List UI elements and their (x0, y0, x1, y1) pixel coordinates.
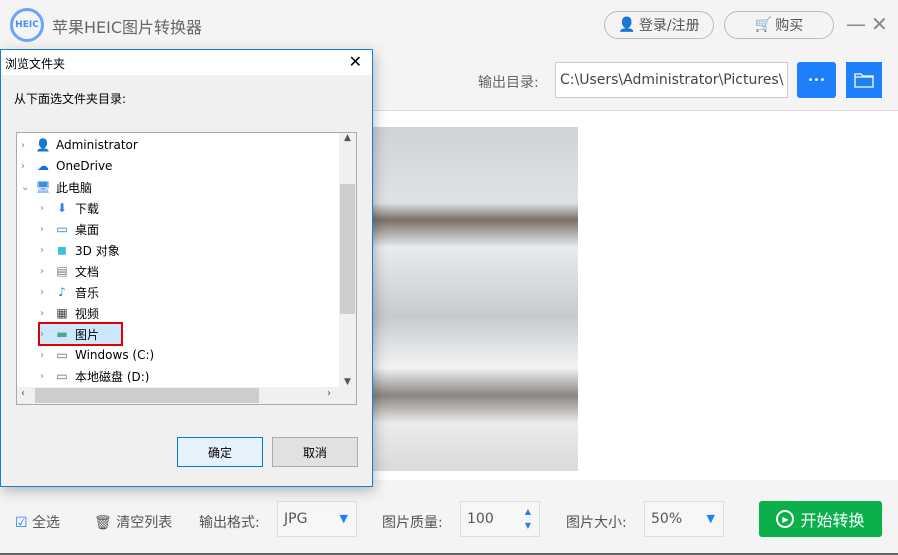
start-convert-button[interactable]: ▶ 开始转换 (759, 501, 882, 537)
cloud-icon: ☁ (37, 159, 49, 173)
chevron-right-icon[interactable]: › (40, 350, 54, 361)
size-value: 50% (651, 511, 683, 527)
music-icon: ♪ (58, 285, 66, 299)
format-label: 输出格式: (199, 515, 260, 531)
select-all-checkbox[interactable]: ☑ 全选 (15, 512, 60, 532)
chevron-right-icon[interactable]: › (40, 224, 54, 235)
dialog-title: 浏览文件夹 (5, 57, 66, 71)
tree-item-label: 图片 (75, 327, 100, 342)
tree-item-label: Windows (C:) (75, 348, 155, 362)
chevron-right-icon[interactable]: › (40, 329, 54, 340)
dropdown-arrow-icon: ▼ (339, 512, 348, 525)
vertical-scrollbar[interactable]: ▲ ▼ (339, 133, 356, 387)
tree-item[interactable]: ⌄ 🖥 此电脑 (21, 177, 92, 197)
chevron-right-icon[interactable]: › (40, 245, 54, 256)
app-title: 苹果HEIC图片转换器 (52, 18, 203, 37)
open-folder-button[interactable] (846, 62, 882, 98)
folder-icon (854, 73, 874, 88)
chevron-right-icon[interactable]: › (40, 203, 54, 214)
user-icon: 👤 (618, 17, 636, 33)
dropdown-arrow-icon: ▼ (706, 512, 715, 525)
cart-icon: 🛒 (754, 17, 773, 33)
chevron-right-icon[interactable]: › (40, 266, 54, 277)
folder-tree[interactable]: ▲ ▼ ‹ › › 👤 Administrator › ☁ OneDrive ⌄ 🖥 此电脑 › ⬇ 下载… (16, 132, 357, 405)
clear-list-button[interactable]: 🗑 清空列表 (94, 512, 172, 532)
document-icon: ▤ (56, 264, 68, 278)
buy-button[interactable]: 🛒 购买 (724, 11, 834, 39)
play-circle-icon: ▶ (776, 510, 795, 528)
tree-item-label: 文档 (75, 264, 100, 279)
user-icon: 👤 (35, 138, 51, 152)
chevron-right-icon[interactable]: › (21, 140, 35, 151)
dialog-titlebar: 浏览文件夹 ✕ (1, 50, 372, 75)
desktop-icon: ▭ (56, 222, 68, 236)
quality-value: 100 (467, 511, 494, 527)
computer-icon: 🖥 (35, 180, 51, 194)
tree-item[interactable]: › 👤 Administrator (21, 135, 138, 155)
browse-folder-dialog: 浏览文件夹 ✕ 从下面选文件夹目录: ▲ ▼ ‹ › › 👤 Administrator ›… (0, 49, 373, 487)
select-all-label: 全选 (32, 515, 61, 531)
login-label: 登录/注册 (638, 18, 700, 34)
chevron-right-icon[interactable]: › (40, 371, 54, 382)
picture-icon: ▬ (56, 327, 68, 341)
trash-icon: 🗑 (94, 515, 112, 531)
tree-item-label: 音乐 (75, 285, 100, 300)
clear-list-label: 清空列表 (116, 515, 173, 531)
output-dir-input[interactable]: C:\Users\Administrator\Pictures\ (555, 62, 788, 98)
tree-item-label: 视频 (75, 306, 100, 321)
tree-item-label: Administrator (56, 138, 138, 152)
download-icon: ⬇ (56, 201, 68, 215)
quality-stepper[interactable]: 100 ▲ ▼ (460, 501, 540, 537)
tree-item-label: 本地磁盘 (D:) (75, 369, 150, 384)
browse-button[interactable]: ••• (797, 62, 836, 98)
ok-button[interactable]: 确定 (177, 437, 263, 467)
video-icon: ▦ (56, 306, 68, 320)
cube-icon: ◼ (57, 243, 67, 257)
drive-icon: ▭ (56, 348, 68, 362)
image-preview[interactable] (373, 127, 578, 471)
drive-icon: ▭ (56, 369, 68, 383)
start-label: 开始转换 (800, 511, 865, 530)
size-select[interactable]: 50% ▼ (644, 501, 724, 537)
tree-item-label: 此电脑 (56, 180, 93, 195)
tree-item[interactable]: › ☁ OneDrive (21, 156, 112, 176)
scroll-thumb[interactable] (340, 184, 355, 314)
format-select[interactable]: JPG ▼ (277, 501, 357, 537)
tree-item[interactable]: › ◼ 3D 对象 (40, 240, 120, 260)
chevron-right-icon[interactable]: › (40, 308, 54, 319)
dialog-close-button[interactable]: ✕ (349, 52, 362, 71)
login-button[interactable]: 👤 登录/注册 (604, 11, 714, 39)
app-logo: HEIC (10, 8, 44, 42)
tree-item[interactable]: › ▬ 图片 (37, 322, 124, 346)
dialog-instruction: 从下面选文件夹目录: (14, 92, 127, 106)
chevron-down-icon[interactable]: ⌄ (21, 182, 35, 193)
buy-label: 购买 (775, 18, 804, 34)
tree-item[interactable]: › ▦ 视频 (40, 303, 99, 323)
tree-item[interactable]: › ▭ Windows (C:) (40, 345, 154, 365)
output-dir-label: 输出目录: (478, 75, 539, 91)
stepper-arrows-icon[interactable]: ▲ ▼ (525, 505, 531, 533)
chevron-right-icon[interactable]: › (21, 161, 35, 172)
check-icon: ☑ (15, 515, 28, 531)
tree-item[interactable]: › ▤ 文档 (40, 261, 99, 281)
tree-item-label: 3D 对象 (75, 243, 120, 258)
tree-item-label: 下载 (75, 201, 100, 216)
tree-item-label: 桌面 (75, 222, 100, 237)
close-button[interactable]: ✕ (871, 12, 888, 36)
format-value: JPG (284, 511, 308, 527)
tree-item[interactable]: › ▭ 桌面 (40, 219, 99, 239)
quality-label: 图片质量: (382, 515, 443, 531)
tree-item[interactable]: › ⬇ 下载 (40, 198, 99, 218)
tree-item[interactable]: › ▭ 本地磁盘 (D:) (40, 366, 149, 386)
minimize-button[interactable]: — (846, 12, 866, 36)
hscroll-thumb[interactable] (35, 388, 259, 403)
horizontal-scrollbar[interactable]: ‹ › (17, 387, 356, 404)
tree-item[interactable]: › ♪ 音乐 (40, 282, 99, 302)
size-label: 图片大小: (566, 515, 627, 531)
chevron-right-icon[interactable]: › (40, 287, 54, 298)
cancel-button[interactable]: 取消 (272, 437, 358, 467)
tree-item-label: OneDrive (56, 159, 113, 173)
